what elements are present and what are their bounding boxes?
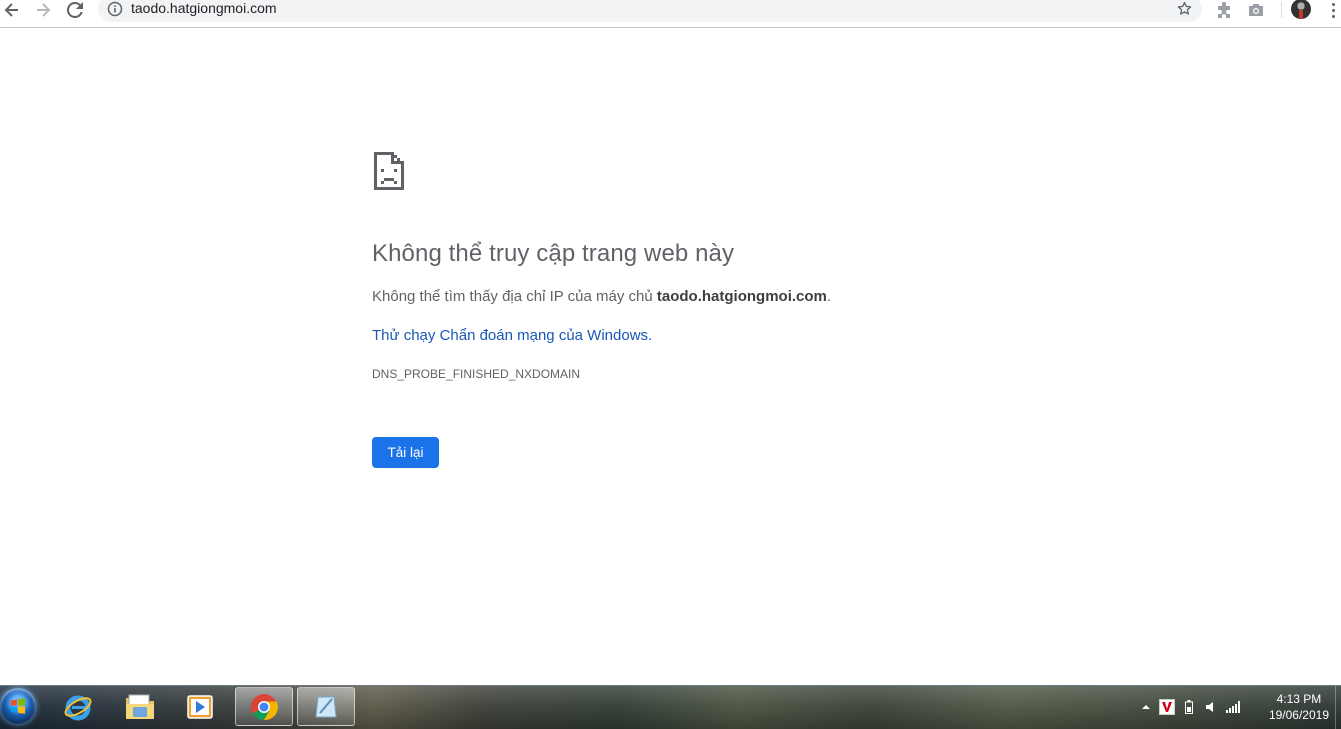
clock-date: 19/06/2019 bbox=[1268, 708, 1329, 722]
toolbar-separator bbox=[1281, 2, 1282, 18]
taskbar-clock[interactable]: 4:13 PM 19/06/2019 bbox=[1269, 691, 1329, 723]
show-desktop-button[interactable] bbox=[1335, 686, 1341, 729]
info-icon[interactable] bbox=[107, 1, 123, 17]
windows-taskbar: 4:13 PM 19/06/2019 bbox=[0, 685, 1341, 729]
ie-icon bbox=[64, 695, 92, 720]
refresh-icon bbox=[67, 2, 83, 18]
sad-page-icon bbox=[374, 152, 404, 190]
taskbar-internet-explorer[interactable] bbox=[49, 687, 107, 726]
start-button[interactable] bbox=[0, 688, 36, 724]
back-button[interactable] bbox=[0, 0, 24, 20]
chrome-icon bbox=[250, 693, 278, 720]
volume-icon[interactable] bbox=[1203, 699, 1219, 715]
reload-toolbar-button[interactable] bbox=[63, 0, 87, 20]
taskbar-notes-app[interactable] bbox=[297, 687, 355, 726]
extension-puzzle-icon[interactable] bbox=[1214, 1, 1234, 19]
url-text[interactable]: taodo.hatgiongmoi.com bbox=[131, 0, 277, 16]
error-title: Không thể truy cập trang web này bbox=[372, 240, 735, 267]
show-hidden-icons-icon[interactable] bbox=[1138, 699, 1154, 715]
system-tray: 4:13 PM 19/06/2019 bbox=[1136, 686, 1341, 729]
profile-avatar[interactable] bbox=[1291, 0, 1311, 19]
error-detail-prefix: Không thể tìm thấy địa chỉ IP của máy ch… bbox=[372, 288, 657, 305]
forward-button[interactable] bbox=[31, 0, 55, 20]
error-detail-suffix: . bbox=[826, 288, 832, 305]
error-detail: Không thể tìm thấy địa chỉ IP của máy ch… bbox=[372, 288, 831, 305]
folder-icon bbox=[126, 694, 154, 719]
camera-icon[interactable] bbox=[1246, 1, 1266, 19]
network-signal-icon[interactable] bbox=[1225, 699, 1241, 715]
screen: taodo.hatgiongmoi.com Không thể truy cập… bbox=[0, 0, 1341, 729]
battery-icon[interactable] bbox=[1181, 699, 1197, 715]
back-arrow-icon bbox=[4, 3, 18, 17]
reload-button[interactable]: Tải lại bbox=[372, 437, 439, 468]
notes-icon bbox=[315, 696, 337, 717]
address-bar[interactable]: taodo.hatgiongmoi.com bbox=[98, 0, 1202, 22]
network-diagnostics-link[interactable]: Thử chạy Chẩn đoán mạng của Windows. bbox=[372, 327, 652, 344]
forward-arrow-icon bbox=[37, 3, 51, 17]
browser-menu-icon[interactable] bbox=[1328, 2, 1338, 20]
windows-logo-icon bbox=[11, 698, 25, 714]
antivirus-v-icon[interactable] bbox=[1159, 699, 1175, 715]
error-host: taodo.hatgiongmoi.com bbox=[656, 288, 827, 305]
clock-time: 4:13 PM bbox=[1276, 692, 1322, 706]
taskbar-file-explorer[interactable] bbox=[111, 687, 169, 726]
taskbar-media-player[interactable] bbox=[171, 687, 229, 726]
taskbar-google-chrome[interactable] bbox=[235, 687, 293, 726]
star-icon[interactable] bbox=[1176, 0, 1193, 17]
browser-toolbar: taodo.hatgiongmoi.com bbox=[0, 0, 1341, 28]
media-player-icon bbox=[187, 694, 213, 719]
error-code: DNS_PROBE_FINISHED_NXDOMAIN bbox=[372, 367, 581, 381]
